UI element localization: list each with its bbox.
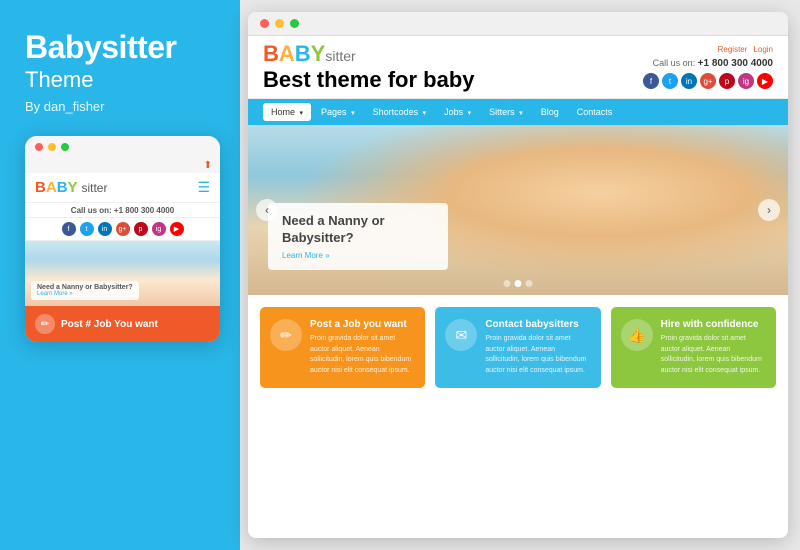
site-header-right: Register Login Call us on: +1 800 300 40… [643, 45, 773, 89]
contact-icon: ✉ [445, 319, 477, 351]
hero-dots [504, 280, 533, 287]
theme-title: Babysitter Theme [25, 30, 220, 93]
browser-dot-red [260, 19, 269, 28]
pinterest-icon[interactable]: p [134, 222, 148, 236]
browser-dot-green [290, 19, 299, 28]
mobile-card-label: Post # Job You want [61, 319, 158, 330]
mobile-hamburger-icon[interactable]: ☰ [197, 179, 210, 196]
dot-green [61, 143, 69, 151]
hire-icon: 👍 [621, 319, 653, 351]
dot-yellow [48, 143, 56, 151]
instagram-icon[interactable]: ig [152, 222, 166, 236]
card-post-job: ✏ Post a Job you want Proin gravida dolo… [260, 307, 425, 388]
author-label: By dan_fisher [25, 99, 220, 114]
mobile-logo: BABY sitter [35, 179, 107, 196]
mobile-card-icon: ✏ [35, 314, 55, 334]
mobile-hero-image: Need a Nanny or Babysitter? Learn More » [25, 241, 220, 306]
hero-prev-arrow[interactable]: ‹ [256, 199, 278, 221]
facebook-icon[interactable]: f [62, 222, 76, 236]
mobile-card-bottom: ✏ Post # Job You want [25, 306, 220, 342]
mobile-nav-bar: BABY sitter ☰ [25, 173, 220, 203]
site-social-row: f t in g+ p ig ▶ [643, 73, 773, 89]
card-hire: 👍 Hire with confidence Proin gravida dol… [611, 307, 776, 388]
hero-overlay-box: Need a Nanny or Babysitter? Learn More » [268, 203, 448, 270]
mobile-hero-overlay: Need a Nanny or Babysitter? Learn More » [31, 281, 139, 300]
mobile-phone: Call us on: +1 800 300 4000 [25, 203, 220, 218]
hero-section: Need a Nanny or Babysitter? Learn More »… [248, 125, 788, 295]
header-links: Register Login [718, 45, 773, 54]
browser-window: BABYsitter Best theme for baby Register … [248, 12, 788, 538]
nav-jobs[interactable]: Jobs ▾ [436, 103, 479, 121]
hero-dot-3[interactable] [526, 280, 533, 287]
mobile-hero-link[interactable]: Learn More » [37, 291, 133, 297]
site-googleplus-icon[interactable]: g+ [700, 73, 716, 89]
mobile-mockup: ⬆ BABY sitter ☰ Call us on: +1 800 300 4… [25, 136, 220, 342]
nav-pages[interactable]: Pages ▾ [313, 103, 363, 121]
mobile-address-bar: ⬆ [25, 158, 220, 173]
nav-home[interactable]: Home ▾ [263, 103, 311, 121]
mobile-hero-title: Need a Nanny or Babysitter? [37, 284, 133, 291]
twitter-icon[interactable]: t [80, 222, 94, 236]
call-us: Call us on: +1 800 300 4000 [653, 58, 773, 69]
site-facebook-icon[interactable]: f [643, 73, 659, 89]
mobile-top-bar [25, 136, 220, 158]
contact-content: Contact babysitters Proin gravida dolor … [485, 319, 590, 376]
contact-text: Proin gravida dolor sit amet auctor aliq… [485, 334, 590, 376]
post-job-text: Proin gravida dolor sit amet auctor aliq… [310, 334, 415, 376]
linkedin-icon[interactable]: in [98, 222, 112, 236]
site-instagram-icon[interactable]: ig [738, 73, 754, 89]
mobile-social-row: f t in g+ p ig ▶ [25, 218, 220, 241]
hero-dot-2[interactable] [515, 280, 522, 287]
site-logo: BABYsitter Best theme for baby [263, 41, 475, 93]
hero-learn-more[interactable]: Learn More » [282, 251, 434, 260]
site-pinterest-icon[interactable]: p [719, 73, 735, 89]
nav-blog[interactable]: Blog [533, 103, 567, 121]
right-panel: BABYsitter Best theme for baby Register … [240, 0, 800, 550]
hire-content: Hire with confidence Proin gravida dolor… [661, 319, 766, 376]
browser-dot-yellow [275, 19, 284, 28]
post-job-content: Post a Job you want Proin gravida dolor … [310, 319, 415, 376]
site-header: BABYsitter Best theme for baby Register … [248, 36, 788, 99]
nav-sitters[interactable]: Sitters ▾ [481, 103, 531, 121]
nav-shortcodes[interactable]: Shortcodes ▾ [365, 103, 435, 121]
youtube-icon[interactable]: ▶ [170, 222, 184, 236]
login-link[interactable]: Login [753, 45, 773, 54]
hire-title: Hire with confidence [661, 319, 766, 330]
bottom-cards: ✏ Post a Job you want Proin gravida dolo… [248, 295, 788, 398]
contact-title: Contact babysitters [485, 319, 590, 330]
site-twitter-icon[interactable]: t [662, 73, 678, 89]
site-linkedin-icon[interactable]: in [681, 73, 697, 89]
nav-contacts[interactable]: Contacts [569, 103, 621, 121]
address-icon: ⬆ [204, 160, 212, 171]
site-nav: Home ▾ Pages ▾ Shortcodes ▾ Jobs ▾ Sitte… [248, 99, 788, 125]
post-job-title: Post a Job you want [310, 319, 415, 330]
site-youtube-icon[interactable]: ▶ [757, 73, 773, 89]
browser-topbar [248, 12, 788, 36]
hire-text: Proin gravida dolor sit amet auctor aliq… [661, 334, 766, 376]
dot-red [35, 143, 43, 151]
register-link[interactable]: Register [718, 45, 748, 54]
post-job-icon: ✏ [270, 319, 302, 351]
hero-next-arrow[interactable]: › [758, 199, 780, 221]
hero-dot-1[interactable] [504, 280, 511, 287]
left-panel: Babysitter Theme By dan_fisher ⬆ BABY si… [0, 0, 240, 550]
hero-title: Need a Nanny or Babysitter? [282, 213, 434, 247]
card-contact: ✉ Contact babysitters Proin gravida dolo… [435, 307, 600, 388]
googleplus-icon[interactable]: g+ [116, 222, 130, 236]
